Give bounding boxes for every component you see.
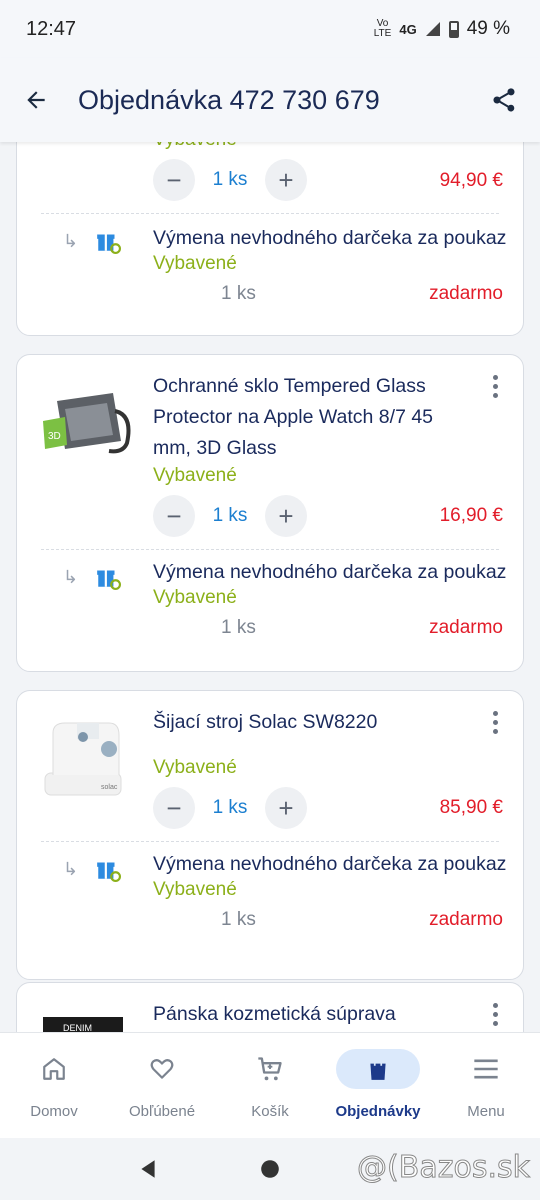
- gift-name: Výmena nevhodného darčeka za poukaz: [153, 853, 507, 875]
- increase-button[interactable]: +: [265, 787, 307, 829]
- divider: [41, 549, 499, 550]
- gift-price: zadarmo: [429, 617, 503, 638]
- quantity-stepper: − 1 ks +: [153, 159, 307, 201]
- quantity-value: 1 ks: [212, 169, 248, 190]
- battery-level: 49 %: [466, 18, 510, 39]
- share-button[interactable]: [488, 84, 520, 116]
- increase-button[interactable]: +: [265, 495, 307, 537]
- product-name[interactable]: Pánska kozmetická súprava: [153, 999, 483, 1030]
- subitem-arrow-icon: ↳: [63, 567, 79, 587]
- item-price: 16,90 €: [439, 505, 503, 526]
- thumb-label: DENIM: [63, 1023, 92, 1032]
- share-icon: [493, 88, 515, 112]
- decrease-button[interactable]: −: [153, 787, 195, 829]
- item-status: Vybavené: [153, 142, 237, 151]
- quantity-value: 1 ks: [212, 505, 248, 526]
- nav-favorites[interactable]: Obľúbené: [108, 1033, 216, 1139]
- product-thumbnail[interactable]: solac: [39, 713, 145, 803]
- back-button[interactable]: [20, 84, 52, 116]
- gift-name: Výmena nevhodného darčeka za poukaz: [153, 227, 507, 249]
- gift-status: Vybavené: [153, 253, 237, 274]
- divider: [41, 213, 499, 214]
- shopping-bag-icon: [336, 1049, 420, 1089]
- gift-status: Vybavené: [153, 587, 237, 608]
- order-item-card: DENIM Pánska kozmetická súprava: [16, 982, 524, 1032]
- item-status: Vybavené: [153, 757, 237, 778]
- product-name-line: mm, 3D Glass: [153, 437, 277, 459]
- gift-quantity: 1 ks: [221, 617, 256, 638]
- gift-status: Vybavené: [153, 879, 237, 900]
- nav-cart[interactable]: Košík: [216, 1033, 324, 1139]
- nav-orders[interactable]: Objednávky: [324, 1033, 432, 1139]
- product-name-line: Protector na Apple Watch 8/7 45: [153, 406, 434, 428]
- gift-exchange-icon: [97, 234, 121, 254]
- decrease-button[interactable]: −: [153, 495, 195, 537]
- item-price: 94,90 €: [439, 170, 503, 191]
- menu-icon: [448, 1049, 524, 1089]
- watermark: @(Bazos.sk: [357, 1150, 531, 1186]
- volte-indicator: Vo LTE: [374, 19, 392, 39]
- nav-home[interactable]: Domov: [0, 1033, 108, 1139]
- product-thumbnail[interactable]: 3D: [39, 381, 145, 471]
- quantity-value: 1 ks: [212, 797, 248, 818]
- network-type: 4G: [399, 21, 417, 37]
- decrease-button[interactable]: −: [153, 159, 195, 201]
- bottom-navigation: Domov Obľúbené Košík Objednávky Menu: [0, 1032, 540, 1139]
- more-options-icon[interactable]: [493, 1003, 499, 1026]
- product-name[interactable]: Ochranné sklo Tempered Glass Protector n…: [153, 371, 483, 464]
- quantity-stepper: − 1 ks +: [153, 787, 307, 829]
- battery-icon: [448, 20, 459, 38]
- status-icons: Vo LTE 4G 49 %: [374, 18, 510, 40]
- gift-price: zadarmo: [429, 283, 503, 304]
- divider: [41, 841, 499, 842]
- subitem-arrow-icon: ↳: [63, 859, 79, 879]
- gift-quantity: 1 ks: [221, 283, 256, 304]
- gift-exchange-icon: [97, 862, 121, 882]
- thumb-label: 3D: [48, 431, 61, 442]
- status-bar: 12:47 Vo LTE 4G 49 %: [0, 0, 540, 58]
- home-icon: [16, 1049, 92, 1089]
- nav-label: Obľúbené: [128, 1103, 196, 1120]
- thumb-label: solac: [101, 784, 118, 791]
- nav-label: Košík: [251, 1103, 289, 1120]
- order-item-card: 3D Ochranné sklo Tempered Glass Protecto…: [16, 354, 524, 672]
- product-name-line: Ochranné sklo Tempered Glass: [153, 375, 426, 397]
- more-options-icon[interactable]: [493, 375, 499, 398]
- subitem-arrow-icon: ↳: [63, 231, 79, 251]
- item-price: 85,90 €: [439, 797, 503, 818]
- app-bar: Objednávka 472 730 679: [0, 58, 540, 142]
- quantity-stepper: − 1 ks +: [153, 495, 307, 537]
- page-title: Objednávka 472 730 679: [78, 84, 380, 115]
- product-thumbnail[interactable]: DENIM: [39, 1013, 145, 1032]
- heart-icon: [124, 1049, 200, 1089]
- order-item-card: Vybavené − 1 ks + 94,90 € ↳ Výmena nevho…: [16, 142, 524, 336]
- nav-menu[interactable]: Menu: [432, 1033, 540, 1139]
- back-arrow-icon: [27, 91, 45, 109]
- system-back-icon[interactable]: [137, 1158, 159, 1180]
- system-home-icon[interactable]: [259, 1158, 281, 1180]
- signal-icon: [425, 22, 440, 36]
- order-items-list[interactable]: Vybavené − 1 ks + 94,90 € ↳ Výmena nevho…: [0, 142, 540, 1032]
- nav-label: Domov: [30, 1103, 78, 1120]
- order-item-card: solac Šijací stroj Solac SW8220 Vybavené…: [16, 690, 524, 980]
- volte-bottom: LTE: [373, 28, 392, 39]
- gift-exchange-icon: [97, 570, 121, 590]
- gift-price: zadarmo: [429, 909, 503, 930]
- more-options-icon[interactable]: [493, 711, 499, 734]
- nav-label: Menu: [467, 1103, 505, 1120]
- gift-quantity: 1 ks: [221, 909, 256, 930]
- clock: 12:47: [26, 17, 77, 40]
- increase-button[interactable]: +: [265, 159, 307, 201]
- cart-icon: [232, 1049, 308, 1089]
- product-name[interactable]: Šijací stroj Solac SW8220: [153, 707, 483, 738]
- nav-label: Objednávky: [335, 1103, 421, 1120]
- gift-name: Výmena nevhodného darčeka za poukaz: [153, 561, 507, 583]
- item-status: Vybavené: [153, 465, 237, 486]
